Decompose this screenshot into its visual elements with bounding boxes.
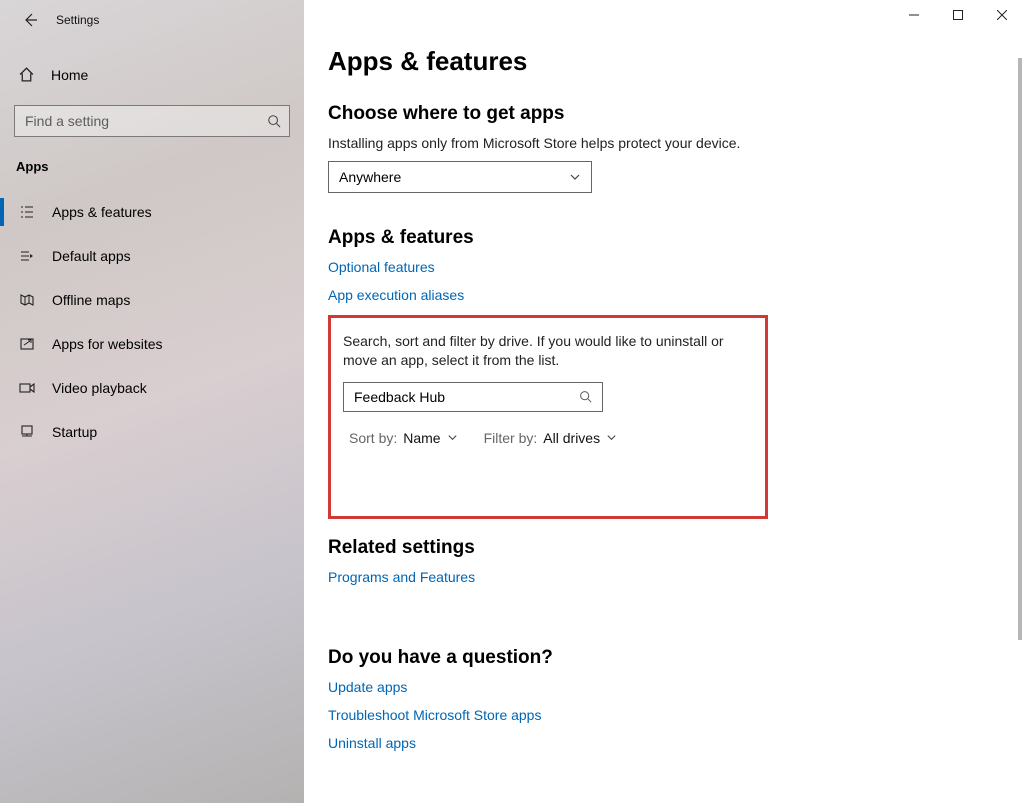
filter-by-control[interactable]: Filter by: All drives bbox=[484, 430, 617, 446]
sidebar-item-startup[interactable]: Startup bbox=[0, 410, 304, 454]
app-list-search-field[interactable] bbox=[354, 389, 579, 405]
home-icon bbox=[18, 66, 35, 83]
list-icon bbox=[18, 204, 36, 220]
chevron-down-icon bbox=[447, 432, 458, 443]
scrollbar[interactable] bbox=[1018, 58, 1022, 640]
sidebar-item-label: Video playback bbox=[52, 380, 147, 396]
home-label: Home bbox=[51, 67, 88, 83]
sidebar-item-label: Default apps bbox=[52, 248, 131, 264]
page-title: Apps & features bbox=[328, 46, 992, 77]
chevron-down-icon bbox=[606, 432, 617, 443]
sidebar-item-video-playback[interactable]: Video playback bbox=[0, 366, 304, 410]
default-apps-icon bbox=[18, 248, 36, 264]
app-list-search[interactable] bbox=[343, 382, 603, 412]
filter-by-label: Filter by: bbox=[484, 430, 538, 446]
section-apps-label: Apps bbox=[0, 137, 304, 180]
find-setting-field[interactable] bbox=[25, 113, 267, 129]
choose-apps-heading: Choose where to get apps bbox=[328, 103, 992, 125]
programs-features-link[interactable]: Programs and Features bbox=[328, 569, 475, 585]
search-icon bbox=[267, 114, 281, 128]
sidebar: Settings Home Apps Apps & features bbox=[0, 0, 304, 803]
sidebar-item-label: Apps & features bbox=[52, 204, 152, 220]
choose-apps-desc: Installing apps only from Microsoft Stor… bbox=[328, 135, 992, 151]
app-title: Settings bbox=[56, 13, 99, 27]
find-setting-input[interactable] bbox=[14, 105, 290, 137]
sort-by-label: Sort by: bbox=[349, 430, 397, 446]
sort-by-value: Name bbox=[403, 430, 440, 446]
video-icon bbox=[18, 380, 36, 396]
app-execution-aliases-link[interactable]: App execution aliases bbox=[328, 287, 992, 303]
sidebar-item-offline-maps[interactable]: Offline maps bbox=[0, 278, 304, 322]
startup-icon bbox=[18, 424, 36, 440]
uninstall-apps-link[interactable]: Uninstall apps bbox=[328, 735, 992, 751]
main-content: Apps & features Choose where to get apps… bbox=[304, 0, 1024, 803]
sidebar-item-label: Apps for websites bbox=[52, 336, 163, 352]
back-button[interactable] bbox=[12, 5, 48, 35]
app-source-value: Anywhere bbox=[339, 169, 401, 185]
filter-by-value: All drives bbox=[543, 430, 600, 446]
optional-features-link[interactable]: Optional features bbox=[328, 259, 992, 275]
sidebar-item-apps-features[interactable]: Apps & features bbox=[0, 190, 304, 234]
sidebar-item-default-apps[interactable]: Default apps bbox=[0, 234, 304, 278]
related-settings-heading: Related settings bbox=[328, 537, 992, 559]
sidebar-item-label: Offline maps bbox=[52, 292, 130, 308]
map-icon bbox=[18, 292, 36, 308]
update-apps-link[interactable]: Update apps bbox=[328, 679, 992, 695]
sort-by-control[interactable]: Sort by: Name bbox=[349, 430, 458, 446]
chevron-down-icon bbox=[569, 171, 581, 183]
websites-icon bbox=[18, 336, 36, 352]
search-icon bbox=[579, 390, 592, 403]
troubleshoot-store-link[interactable]: Troubleshoot Microsoft Store apps bbox=[328, 707, 992, 723]
search-filter-desc: Search, sort and filter by drive. If you… bbox=[343, 332, 753, 370]
app-source-select[interactable]: Anywhere bbox=[328, 161, 592, 193]
apps-features-heading: Apps & features bbox=[328, 227, 992, 249]
sidebar-home[interactable]: Home bbox=[0, 58, 304, 91]
sidebar-item-apps-websites[interactable]: Apps for websites bbox=[0, 322, 304, 366]
sidebar-item-label: Startup bbox=[52, 424, 97, 440]
search-filter-region: Search, sort and filter by drive. If you… bbox=[328, 315, 768, 519]
question-heading: Do you have a question? bbox=[328, 647, 992, 669]
